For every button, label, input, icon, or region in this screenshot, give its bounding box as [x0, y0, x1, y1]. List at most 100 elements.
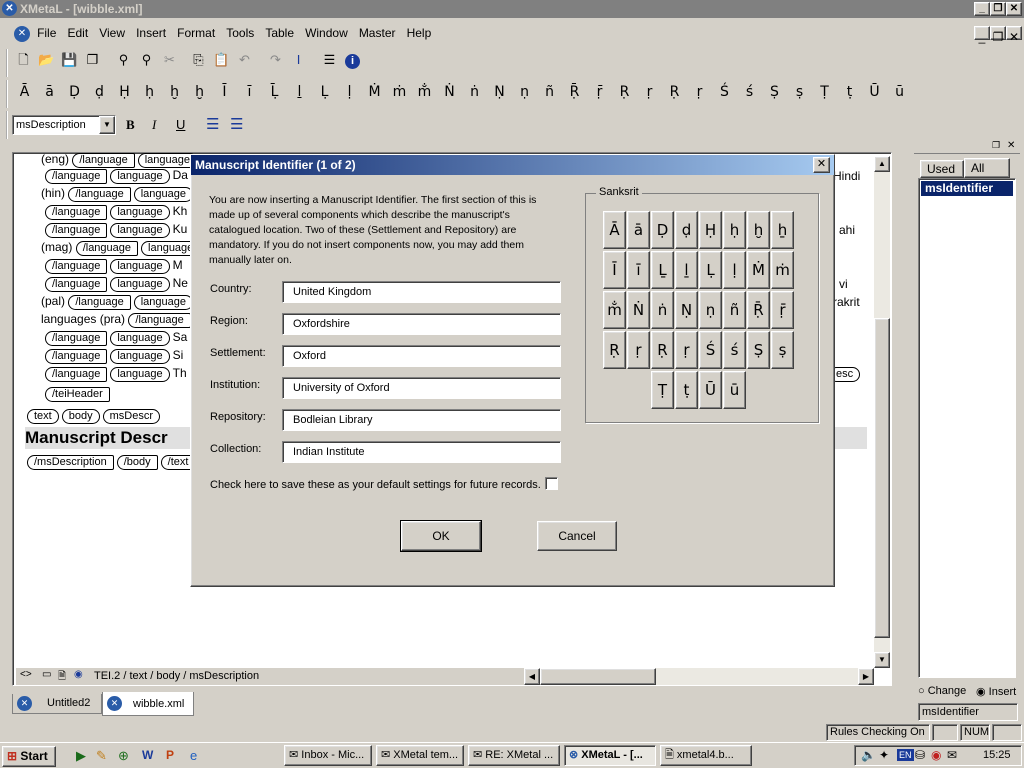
view-tags-icon[interactable]: <>: [20, 669, 32, 680]
word-icon[interactable]: W: [142, 748, 153, 762]
numbered-list-icon[interactable]: ☰: [206, 115, 219, 133]
scroll-up-icon[interactable]: ▲: [874, 156, 890, 172]
sanskrit-char-button[interactable]: Ṛ: [651, 331, 674, 369]
doc-close-button[interactable]: ✕: [1006, 26, 1022, 44]
sanskrit-char-button[interactable]: ḻ: [675, 251, 698, 289]
taskbar-item-xmetal4[interactable]: 🗎 xmetal4.b...: [660, 745, 752, 766]
char-button[interactable]: ḍ: [87, 80, 112, 104]
char-button[interactable]: ṭ: [837, 80, 862, 104]
cancel-button[interactable]: Cancel: [537, 521, 617, 551]
redo-icon[interactable]: ↷: [264, 49, 287, 71]
volume-icon[interactable]: 🔈: [861, 748, 876, 762]
char-button[interactable]: Ū: [862, 80, 887, 104]
taskbar-item-re-xmetal[interactable]: ✉ RE: XMetal ...: [468, 745, 560, 766]
doc-restore-button[interactable]: ❐: [990, 26, 1006, 44]
new-file-icon[interactable]: 🗋: [12, 49, 35, 71]
repository-field[interactable]: Bodleian Library: [282, 409, 561, 431]
radio-insert[interactable]: ◉ Insert: [976, 685, 1020, 698]
tray-icon[interactable]: ✦: [879, 748, 889, 762]
tray-icon[interactable]: ⛁: [915, 748, 925, 762]
element-list-item[interactable]: msIdentifier: [921, 181, 1013, 196]
quicklaunch-icon[interactable]: ⊕: [118, 748, 129, 764]
sanskrit-char-button[interactable]: ā: [627, 211, 650, 249]
underline-button[interactable]: U: [176, 117, 185, 132]
sanskrit-char-button[interactable]: ṇ: [699, 291, 722, 329]
char-button[interactable]: Ā: [12, 80, 37, 104]
tab-all[interactable]: All: [964, 158, 1010, 178]
char-button[interactable]: Ṁ: [362, 80, 387, 104]
char-button[interactable]: ī: [237, 80, 262, 104]
element-list[interactable]: msIdentifier: [918, 178, 1016, 678]
char-button[interactable]: ḫ: [187, 80, 212, 104]
char-button[interactable]: ñ: [537, 80, 562, 104]
tab-used[interactable]: Used: [920, 160, 964, 178]
sanskrit-char-button[interactable]: ḥ: [723, 211, 746, 249]
menu-tools[interactable]: Tools: [222, 23, 258, 43]
scroll-down-icon[interactable]: ▼: [874, 652, 890, 668]
scroll-thumb[interactable]: [874, 318, 890, 638]
char-button[interactable]: ā: [37, 80, 62, 104]
region-field[interactable]: Oxfordshire: [282, 313, 561, 335]
char-button[interactable]: Ḹ: [262, 80, 287, 104]
char-button[interactable]: Ṅ: [437, 80, 462, 104]
char-button[interactable]: ṝ: [587, 80, 612, 104]
sanskrit-char-button[interactable]: Ṛ: [603, 331, 626, 369]
powerpoint-icon[interactable]: P: [166, 748, 174, 762]
paste-icon[interactable]: 📋: [210, 49, 233, 71]
open-folder-icon[interactable]: 📂: [35, 49, 58, 71]
taskbar-item-xmetal-tem[interactable]: ✉ XMetal tem...: [376, 745, 464, 766]
sanskrit-char-button[interactable]: ś: [723, 331, 746, 369]
sanskrit-char-button[interactable]: ḫ: [747, 211, 770, 249]
sanskrit-char-button[interactable]: ṛ: [675, 331, 698, 369]
sanskrit-char-button[interactable]: Ṝ: [747, 291, 770, 329]
sanskrit-char-button[interactable]: ñ: [723, 291, 746, 329]
char-button[interactable]: Ś: [712, 80, 737, 104]
sanskrit-char-button[interactable]: Ī: [603, 251, 626, 289]
char-button[interactable]: ṛ: [637, 80, 662, 104]
sanskrit-char-button[interactable]: Ṣ: [747, 331, 770, 369]
char-button[interactable]: ś: [737, 80, 762, 104]
char-button[interactable]: ṇ: [512, 80, 537, 104]
char-button[interactable]: ḥ: [137, 80, 162, 104]
menu-master[interactable]: Master: [355, 23, 400, 43]
tray-icon[interactable]: ◉: [931, 748, 941, 762]
chevron-down-icon[interactable]: ▼: [99, 116, 115, 134]
dialog-close-button[interactable]: ✕: [813, 157, 830, 173]
sanskrit-char-button[interactable]: ṭ: [675, 371, 698, 409]
sanskrit-char-button[interactable]: Ā: [603, 211, 626, 249]
sanskrit-char-button[interactable]: Ḷ: [699, 251, 722, 289]
sanskrit-char-button[interactable]: ḍ: [675, 211, 698, 249]
char-button[interactable]: m̐: [412, 80, 437, 104]
menu-help[interactable]: Help: [403, 23, 436, 43]
menu-insert[interactable]: Insert: [132, 23, 170, 43]
sanskrit-char-button[interactable]: m̐: [603, 291, 626, 329]
sanskrit-char-button[interactable]: ī: [627, 251, 650, 289]
sanskrit-char-button[interactable]: ṝ: [771, 291, 794, 329]
char-button[interactable]: Ḷ: [312, 80, 337, 104]
sanskrit-char-button[interactable]: Ṭ: [651, 371, 674, 409]
undo-icon[interactable]: ↶: [233, 49, 256, 71]
doc-minimize-button[interactable]: _: [974, 26, 990, 44]
ok-button[interactable]: OK: [400, 520, 482, 552]
char-button[interactable]: ṛ: [687, 80, 712, 104]
view-normal-icon[interactable]: ▭: [42, 669, 51, 680]
sanskrit-char-button[interactable]: ḷ: [723, 251, 746, 289]
char-button[interactable]: ṣ: [787, 80, 812, 104]
country-field[interactable]: United Kingdom: [282, 281, 561, 303]
view-browser-icon[interactable]: ◉: [74, 669, 83, 680]
sanskrit-char-button[interactable]: Ṇ: [675, 291, 698, 329]
sanskrit-char-button[interactable]: ṣ: [771, 331, 794, 369]
sanskrit-char-button[interactable]: ṅ: [651, 291, 674, 329]
find-icon[interactable]: ⚲: [112, 49, 135, 71]
hscroll-thumb[interactable]: [540, 668, 656, 685]
char-button[interactable]: ḷ: [337, 80, 362, 104]
institution-field[interactable]: University of Oxford: [282, 377, 561, 399]
char-button[interactable]: Ṣ: [762, 80, 787, 104]
menu-window[interactable]: Window: [301, 23, 352, 43]
sanskrit-char-button[interactable]: ū: [723, 371, 746, 409]
menu-file[interactable]: File: [33, 23, 60, 43]
element-field[interactable]: msIdentifier: [918, 703, 1018, 721]
sanskrit-char-button[interactable]: Ū: [699, 371, 722, 409]
char-button[interactable]: Ṝ: [562, 80, 587, 104]
radio-change[interactable]: ○ Change: [918, 685, 966, 697]
